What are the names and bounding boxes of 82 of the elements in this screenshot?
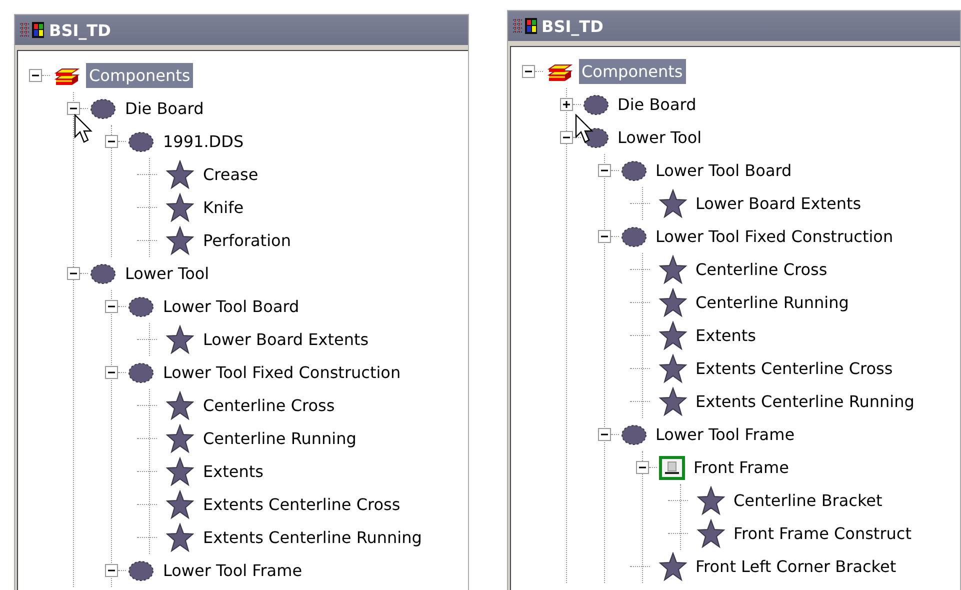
star-icon [166, 226, 194, 256]
tree-item[interactable]: Components [578, 59, 686, 84]
star-icon [166, 324, 194, 354]
ellipse-icon [620, 160, 646, 182]
tree-item[interactable]: Front Frame Construct [730, 521, 914, 546]
ellipse-icon [90, 98, 116, 120]
tree-item[interactable]: Extents Centerline Cross [692, 356, 896, 381]
tree-item[interactable]: Front Left Corner Bracket [692, 554, 900, 579]
collapse-toggle[interactable] [636, 461, 648, 474]
tree-item[interactable]: Centerline Running [692, 290, 852, 315]
collapse-toggle[interactable] [29, 69, 42, 82]
cursor-icon [74, 114, 94, 144]
window-title: BSI_TD [542, 16, 604, 36]
collapse-toggle[interactable] [105, 564, 118, 577]
ellipse-icon [128, 560, 154, 582]
tree-item[interactable]: Lower Tool Fixed Construction [160, 360, 404, 385]
tree-item[interactable]: Front Frame [690, 455, 792, 480]
tree-item[interactable]: Lower Tool Frame [160, 558, 306, 583]
ellipse-icon [582, 94, 608, 116]
star-icon [166, 522, 194, 552]
star-icon [166, 390, 194, 420]
tree-item[interactable]: Extents Centerline Cross [200, 492, 404, 517]
ellipse-icon [128, 130, 154, 152]
star-icon [658, 188, 686, 218]
ellipse-icon [90, 262, 116, 284]
plus-icon [560, 99, 572, 110]
window-title: BSI_TD [49, 20, 111, 40]
tree-item[interactable]: Perforation [200, 228, 294, 253]
tree-item[interactable]: Lower Board Extents [692, 191, 864, 216]
app-icon [510, 17, 538, 35]
star-icon [658, 320, 686, 350]
ellipse-icon [620, 226, 646, 248]
tree-item[interactable]: Lower Tool Board [160, 294, 302, 319]
tree-item[interactable]: Knife [200, 195, 247, 220]
star-icon [658, 288, 686, 318]
collapse-toggle[interactable] [560, 131, 572, 144]
star-icon [658, 254, 686, 284]
collapse-toggle[interactable] [67, 267, 80, 280]
star-icon [658, 354, 686, 384]
collapse-toggle[interactable] [598, 230, 610, 243]
app-icon [18, 21, 46, 39]
tree-item[interactable]: Centerline Running [200, 426, 360, 451]
tree-item[interactable]: Lower Tool Fixed Construction [652, 224, 896, 249]
star-icon [166, 192, 194, 222]
tree-item[interactable]: Extents [692, 323, 759, 348]
collapse-toggle[interactable] [105, 366, 118, 379]
frame-icon [658, 456, 684, 480]
tree-item[interactable]: Components [86, 63, 194, 88]
tree-item[interactable]: Extents Centerline Running [200, 525, 425, 550]
collapse-toggle[interactable] [598, 428, 610, 441]
star-icon [166, 160, 194, 190]
expand-toggle[interactable] [560, 98, 572, 111]
tree-item[interactable]: Extents [200, 459, 266, 484]
star-icon [658, 552, 686, 582]
tree-item[interactable]: Lower Tool Board [652, 158, 795, 183]
star-icon [166, 490, 194, 520]
tree-item[interactable]: Lower Tool Frame [652, 422, 798, 447]
collapse-toggle[interactable] [598, 164, 610, 177]
star-icon [658, 386, 686, 416]
tree-item[interactable]: Die Board [614, 92, 700, 117]
tree-item[interactable]: Centerline Bracket [730, 488, 886, 513]
cursor-icon [574, 114, 594, 144]
tree-item[interactable]: Die Board [122, 96, 207, 121]
tree-item[interactable]: Lower Board Extents [200, 327, 372, 352]
tree-item[interactable]: Lower Tool [614, 125, 705, 150]
ellipse-icon [620, 424, 646, 446]
collapse-toggle[interactable] [522, 65, 534, 78]
ellipse-icon [128, 362, 154, 384]
tree-item[interactable]: Centerline Cross [692, 257, 830, 282]
collapse-toggle[interactable] [105, 135, 118, 148]
ellipse-icon [128, 296, 154, 318]
star-icon [696, 486, 724, 516]
star-icon [166, 456, 194, 486]
star-icon [166, 424, 194, 454]
collapse-toggle[interactable] [105, 300, 118, 313]
tree-item[interactable]: 1991.DDS [160, 129, 247, 154]
collapse-toggle[interactable] [67, 102, 80, 115]
star-icon [696, 518, 724, 548]
tree-item[interactable]: Crease [200, 162, 262, 187]
tree-item[interactable]: Extents Centerline Running [692, 389, 918, 414]
tree-item[interactable]: Centerline Cross [200, 393, 338, 418]
tree-item[interactable]: Lower Tool [122, 261, 212, 286]
